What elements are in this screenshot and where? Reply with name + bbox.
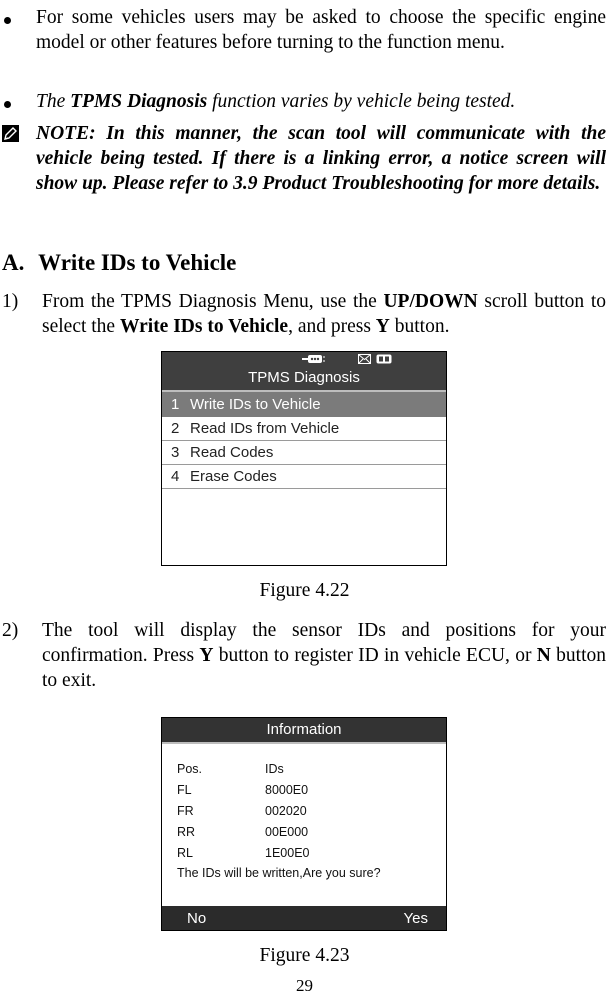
status-icons xyxy=(302,354,393,364)
step-text: From the TPMS Diagnosis Menu, use the UP… xyxy=(42,289,606,339)
step-number: 2) xyxy=(2,620,19,641)
bullet-text: For some vehicles users may be asked to … xyxy=(36,7,606,53)
menu-item-number: 4 xyxy=(171,468,180,485)
step-text-part: button to register ID in vehicle ECU, or xyxy=(213,645,537,666)
position-cell: RR xyxy=(177,824,196,839)
tpms-diagnosis-screen: TPMS Diagnosis 1 Write IDs to Vehicle 2 Re… xyxy=(161,351,447,566)
obd-connector-icon xyxy=(302,355,325,363)
position-cell: RL xyxy=(177,845,193,860)
information-screen: Information Pos. IDs FL 8000E0 FR 002020 RR… xyxy=(161,717,447,931)
id-cell: 8000E0 xyxy=(265,782,309,797)
confirm-message: The IDs will be written,Are you sure? xyxy=(177,866,381,880)
step-text-part: From the TPMS Diagnosis Menu, use the xyxy=(42,291,384,312)
id-cell: 00E000 xyxy=(265,824,309,839)
bullet-text: The TPMS Diagnosis function varies by ve… xyxy=(36,89,606,114)
message-icon xyxy=(358,354,371,364)
up-down-term: UP/DOWN xyxy=(383,291,478,312)
id-cell: 1E00E0 xyxy=(265,845,310,860)
tpms-diagnosis-term: TPMS Diagnosis xyxy=(70,91,208,112)
menu-item-label: Read IDs from Vehicle xyxy=(190,420,340,437)
pos-header: Pos. xyxy=(177,761,203,776)
menu-item-label: Erase Codes xyxy=(190,468,277,485)
menu-item-write-ids[interactable]: 1 Write IDs to Vehicle xyxy=(162,392,446,417)
figure-caption: Figure 4.22 xyxy=(259,580,350,601)
step-number: 1) xyxy=(2,291,19,312)
step-text-part: button. xyxy=(389,316,450,337)
battery-icon xyxy=(376,354,392,364)
section-title: Write IDs to Vehicle xyxy=(38,250,237,275)
position-cell: FL xyxy=(177,782,192,797)
figure-caption: Figure 4.23 xyxy=(259,945,350,966)
screen-title: Information xyxy=(162,718,446,742)
page-number: 29 xyxy=(296,976,313,995)
table-row: FR 002020 xyxy=(162,800,446,821)
bullet-text-pre: The xyxy=(36,91,71,112)
screen-title: TPMS Diagnosis xyxy=(248,369,360,386)
screen-footer: No Yes xyxy=(162,906,446,930)
menu-item-read-codes[interactable]: 3 Read Codes xyxy=(162,441,446,465)
n-button-term: N xyxy=(536,645,551,666)
menu-item-erase-codes[interactable]: 4 Erase Codes xyxy=(162,465,446,489)
menu-item-number: 2 xyxy=(171,420,180,437)
y-button-term: Y xyxy=(375,316,390,337)
no-button[interactable]: No xyxy=(187,910,206,927)
ids-header: IDs xyxy=(265,761,284,776)
table-header: Pos. IDs xyxy=(162,758,446,779)
pencil-note-icon xyxy=(2,125,19,142)
bullet-text-post: function varies by vehicle being tested. xyxy=(207,91,516,112)
table-row: FL 8000E0 xyxy=(162,779,446,800)
menu-item-read-ids[interactable]: 2 Read IDs from Vehicle xyxy=(162,417,446,441)
menu-item-label: Write IDs to Vehicle xyxy=(190,396,321,413)
yes-button[interactable]: Yes xyxy=(404,910,428,927)
section-label: A. xyxy=(2,250,25,275)
section-heading: A. Write IDs to Vehicle xyxy=(2,250,236,276)
bullet-dot xyxy=(4,101,11,108)
position-cell: FR xyxy=(177,803,194,818)
menu-item-label: Read Codes xyxy=(190,444,274,461)
menu-item-number: 3 xyxy=(171,444,180,461)
table-row: RR 00E000 xyxy=(162,821,446,842)
y-button-term: Y xyxy=(199,645,214,666)
step-text: The tool will display the sensor IDs and… xyxy=(42,618,606,693)
step-text-part: , and press xyxy=(288,316,376,337)
write-ids-term: Write IDs to Vehicle xyxy=(119,316,289,337)
table-row: RL 1E00E0 xyxy=(162,842,446,863)
id-cell: 002020 xyxy=(265,803,307,818)
screen-header: TPMS Diagnosis xyxy=(162,352,446,390)
menu-item-number: 1 xyxy=(171,396,180,413)
note-text: NOTE: In this manner, the scan tool will… xyxy=(36,123,606,194)
bullet-dot xyxy=(4,17,11,24)
